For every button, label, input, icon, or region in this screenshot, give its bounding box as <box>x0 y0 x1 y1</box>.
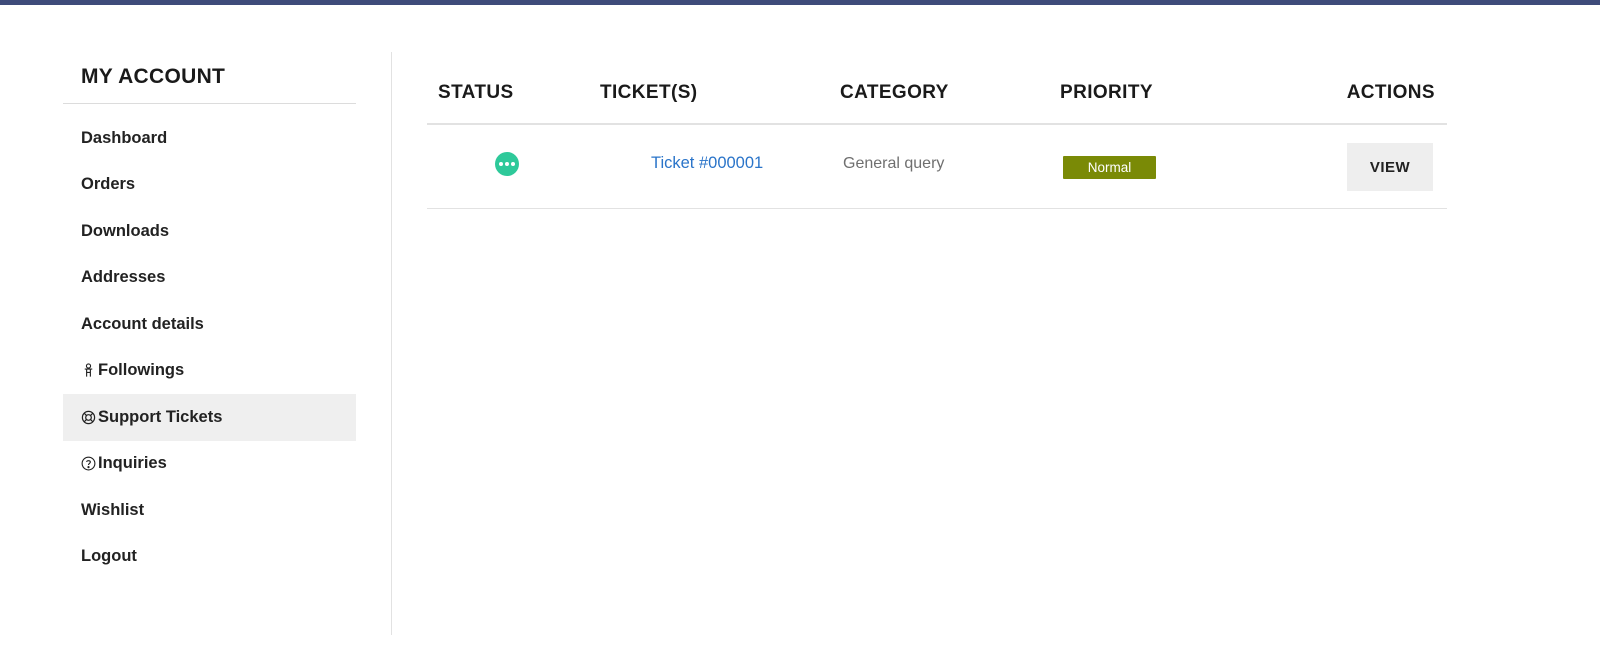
sidebar-item-label: Wishlist <box>81 500 145 519</box>
sidebar-item-label: Dashboard <box>81 128 168 147</box>
column-header-priority: PRIORITY <box>1060 82 1153 103</box>
person-icon <box>81 363 96 378</box>
column-header-status: STATUS <box>438 82 514 103</box>
sidebar-item-label: Support Tickets <box>98 407 223 426</box>
top-accent-bar <box>0 0 1600 5</box>
sidebar-item-followings[interactable]: Followings <box>63 348 356 395</box>
sidebar-item-inquiries[interactable]: Inquiries <box>63 441 356 488</box>
sidebar-item-label: Addresses <box>81 268 166 287</box>
support-tickets-table: STATUS TICKET(S) CATEGORY PRIORITY ACTIO… <box>427 60 1447 209</box>
sidebar-item-label: Followings <box>98 361 185 380</box>
priority-badge: Normal <box>1063 156 1156 179</box>
sidebar-item-label: Downloads <box>81 221 170 240</box>
table-row: Ticket #000001 General query Normal VIEW <box>427 125 1447 209</box>
ticket-category: General query <box>843 155 945 172</box>
sidebar-item-downloads[interactable]: Downloads <box>63 208 356 255</box>
ticket-link[interactable]: Ticket #000001 <box>651 154 763 173</box>
sidebar-item-support-tickets[interactable]: Support Tickets <box>63 394 356 441</box>
sidebar-item-label: Inquiries <box>98 454 167 473</box>
sidebar-item-addresses[interactable]: Addresses <box>63 255 356 302</box>
sidebar-divider <box>391 52 392 635</box>
view-button[interactable]: VIEW <box>1347 143 1433 191</box>
table-header: STATUS TICKET(S) CATEGORY PRIORITY ACTIO… <box>427 60 1447 125</box>
sidebar-item-label: Account details <box>81 314 204 333</box>
sidebar-item-account-details[interactable]: Account details <box>63 301 356 348</box>
column-header-tickets: TICKET(S) <box>600 82 698 103</box>
lifebuoy-icon <box>81 410 96 425</box>
sidebar-item-logout[interactable]: Logout <box>63 534 356 581</box>
account-nav: Dashboard Orders Downloads Addresses Acc… <box>63 115 356 580</box>
question-circle-icon <box>81 456 96 471</box>
column-header-actions: ACTIONS <box>1346 82 1435 103</box>
sidebar-item-label: Orders <box>81 175 136 194</box>
column-header-category: CATEGORY <box>840 82 949 103</box>
sidebar-title: MY ACCOUNT <box>63 52 356 104</box>
ellipsis-circle-icon <box>495 152 519 176</box>
sidebar-item-label: Logout <box>81 547 137 566</box>
sidebar-item-orders[interactable]: Orders <box>63 162 356 209</box>
sidebar-item-dashboard[interactable]: Dashboard <box>63 115 356 162</box>
account-sidebar: MY ACCOUNT Dashboard Orders Downloads Ad… <box>63 52 356 580</box>
sidebar-item-wishlist[interactable]: Wishlist <box>63 487 356 534</box>
